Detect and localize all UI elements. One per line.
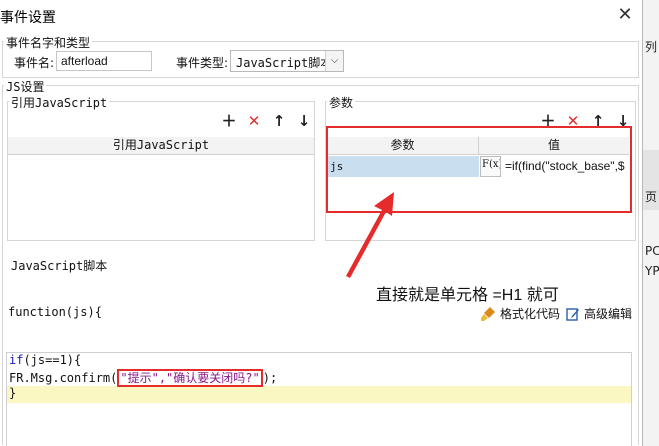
- background-fragment-pc: PC: [645, 244, 659, 258]
- function-header: function(js){: [8, 305, 102, 319]
- advanced-edit-button[interactable]: 高级编辑: [566, 305, 632, 322]
- close-button[interactable]: ✕: [612, 4, 638, 28]
- move-down-ref-js-icon[interactable]: ↓: [296, 113, 312, 129]
- chevron-down-icon[interactable]: ⌵: [325, 51, 343, 71]
- advanced-edit-label: 高级编辑: [584, 307, 633, 321]
- code-line-2-pre: FR.Msg.confirm(: [9, 371, 118, 385]
- background-fragment-yp: YP: [645, 264, 659, 278]
- format-code-button[interactable]: 格式化代码: [480, 305, 560, 322]
- background-fragment-top: 列: [645, 40, 658, 54]
- delete-ref-js-icon[interactable]: ✕: [246, 113, 262, 129]
- js-script-legend: JavaScript脚本: [9, 257, 110, 274]
- add-ref-js-icon[interactable]: ＋: [221, 113, 237, 129]
- ref-js-group: [7, 101, 315, 241]
- code-line-3: }: [9, 386, 17, 400]
- current-line-highlight: [7, 386, 631, 403]
- code-line-1: if(js==1){: [9, 353, 81, 367]
- event-group-legend: 事件名字和类型: [4, 34, 93, 51]
- event-settings-dialog: 事件设置 ✕ 事件名字和类型 事件名: 事件类型: JavaScript脚本 ⌵…: [0, 0, 643, 446]
- code-editor[interactable]: if(js==1){ FR.Msg.confirm("提示","确认要关闭吗?"…: [6, 352, 632, 446]
- code-line-1-rest: (js==1){: [23, 353, 82, 367]
- ref-js-legend: 引用JavaScript: [9, 94, 110, 111]
- event-name-input[interactable]: [56, 51, 152, 71]
- js-settings-legend: JS设置: [4, 78, 47, 95]
- dialog-title: 事件设置: [0, 10, 56, 26]
- ref-js-table-header: 引用JavaScript: [8, 137, 314, 155]
- background-window-strip: 列 页 实 PC YP: [642, 0, 659, 446]
- background-fragment-mid: 页 实: [645, 190, 659, 204]
- params-legend: 参数: [327, 94, 356, 111]
- edit-icon: [566, 307, 579, 321]
- event-type-label: 事件类型:: [176, 56, 229, 70]
- event-name-label: 事件名:: [14, 56, 55, 70]
- annotation-arrow: [346, 192, 394, 278]
- code-line-2-post: );: [262, 371, 278, 385]
- event-type-value: JavaScript脚本: [236, 56, 333, 70]
- code-string-highlight: "提示","确认要关闭吗?": [117, 369, 263, 387]
- annotation-text: 直接就是单元格 =H1 就可: [376, 287, 559, 304]
- event-type-select[interactable]: JavaScript脚本 ⌵: [230, 50, 344, 72]
- format-code-label: 格式化代码: [500, 307, 561, 321]
- code-line-2: FR.Msg.confirm("提示","确认要关闭吗?");: [9, 369, 278, 387]
- code-keyword-if: if: [9, 353, 24, 367]
- brush-icon: [481, 306, 495, 321]
- move-up-ref-js-icon[interactable]: ↑: [271, 113, 287, 129]
